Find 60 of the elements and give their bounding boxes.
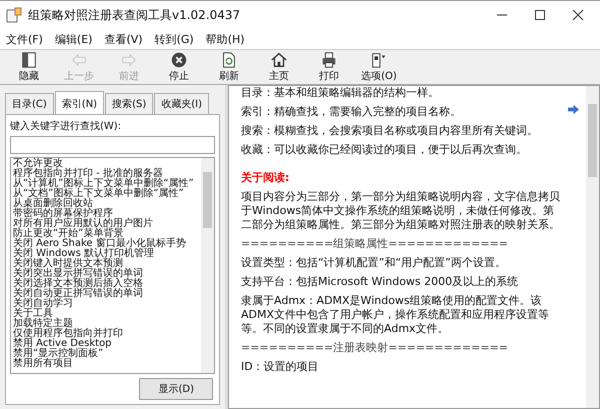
- index-list-item[interactable]: 带密码的屏幕保护程序: [13, 209, 199, 219]
- menu-item[interactable]: 编辑(E): [54, 32, 92, 46]
- show-button[interactable]: 显示(D): [139, 378, 213, 400]
- index-list-item[interactable]: 关闭选择文本预测后插入空格: [13, 279, 199, 289]
- index-list-item[interactable]: 关闭 Windows 默认打印机管理: [13, 249, 199, 259]
- document-icon: [370, 51, 388, 69]
- index-list-item[interactable]: 从桌面删除回收站: [13, 199, 199, 209]
- refresh-icon: [220, 51, 238, 69]
- tab[interactable]: 收藏夹(I): [154, 93, 210, 114]
- index-list-item[interactable]: 关闭自动学习: [13, 299, 199, 309]
- menu-item[interactable]: 查看(V): [104, 32, 143, 46]
- index-list-item[interactable]: 禁用“显示控制面板”: [13, 349, 199, 359]
- index-list-item[interactable]: 从“文档”图标上下文菜单中删除“属性”: [13, 189, 199, 199]
- paragraph: 项目内容分为三部分，第一部分为组策略说明内容，文字信息拷贝于Windows简体中文操作系统的组策略说明，未做任何修改。第二部分为组策略属性。第三部分为组策略对照注册表的映射关系。: [241, 190, 561, 232]
- paragraph: ID：设置的项目: [241, 360, 320, 374]
- paragraph: 支持平台：包括Microsoft Windows 2000及以上的系统: [241, 275, 520, 289]
- keyword-input-field[interactable]: [10, 136, 215, 154]
- home-icon: [270, 51, 288, 69]
- stop-icon: [170, 51, 188, 69]
- back-arrow-icon: [70, 51, 88, 69]
- index-list-item[interactable]: 禁用 Active Desktop: [13, 339, 199, 349]
- app-icon: [6, 7, 22, 23]
- arrow-right-icon[interactable]: [567, 104, 580, 115]
- menu-item[interactable]: 文件(F): [6, 32, 43, 46]
- search-prompt: 键入关键字进行查找(W):: [10, 120, 122, 133]
- paragraph: 收藏：可以收藏你已经阅读过的项目，便于以后再次查询。: [241, 143, 528, 157]
- index-list-item[interactable]: 禁用所有项目: [13, 359, 199, 369]
- scrollbar[interactable]: [201, 158, 214, 373]
- section-heading: 关于阅读:: [241, 171, 290, 185]
- tab[interactable]: 搜索(S): [105, 93, 154, 114]
- index-list-item[interactable]: 程序包指向并打印 - 批准的服务器: [13, 169, 199, 179]
- index-list-item[interactable]: 仅使用程序包指向并打印: [13, 329, 199, 339]
- paragraph: 索引：精确查找，需要输入完整的项目名称。: [241, 105, 462, 119]
- printer-icon: [320, 51, 338, 69]
- index-list-item[interactable]: 关闭 Aero Shake 窗口最小化鼠标手势: [13, 239, 199, 249]
- index-list-item[interactable]: 加载特定主题: [13, 319, 199, 329]
- index-list-item[interactable]: 防止更改“开始”菜单背景: [13, 229, 199, 239]
- index-list-item[interactable]: 不允许更改: [13, 159, 199, 169]
- paragraph: 目录：基本和组策略编辑器的结构一样。: [241, 86, 440, 100]
- forward-arrow-icon: [120, 51, 138, 69]
- section-divider-text: ==========注册表映射=============: [241, 341, 509, 355]
- index-list-item[interactable]: 关闭突出显示拼写错误的单词: [13, 269, 199, 279]
- tab[interactable]: 索引(N): [54, 91, 104, 114]
- maximize-icon[interactable]: [534, 9, 546, 21]
- index-list-item[interactable]: 关闭键入时提供文本预测: [13, 259, 199, 269]
- index-list-item[interactable]: 关闭自动更正拼写错误的单词: [13, 289, 199, 299]
- tab[interactable]: 目录(C): [5, 93, 54, 114]
- index-list-item[interactable]: 对所有用户应用默认的用户图片: [13, 219, 199, 229]
- panel-icon: [20, 51, 38, 69]
- paragraph: 搜索：模糊查找，会搜索项目名称或项目内容里所有关键词。: [241, 124, 539, 138]
- scrollbar[interactable]: [586, 86, 599, 408]
- menu-item[interactable]: 转到(G): [154, 32, 194, 46]
- index-list-item[interactable]: 从“计算机”图标上下文菜单中删除“属性”: [13, 179, 199, 189]
- menu-item[interactable]: 帮助(H): [206, 32, 245, 46]
- section-divider-text: ==========组策略属性=============: [241, 237, 509, 251]
- paragraph: 隶属于Admx：ADMX是Windows组策略使用的配置文件。该ADMX文件中包含了用户帐户，操作系统配置和应用程序设置等等。不同的设置隶属于不同的Admx文件。: [241, 294, 550, 336]
- index-list-item[interactable]: 关于工具: [13, 309, 199, 319]
- window-title: 组策略对照注册表查阅工具v1.02.0437: [28, 6, 240, 24]
- close-icon[interactable]: [572, 9, 584, 21]
- paragraph: 设置类型：包括“计算机配置”和“用户配置”两个设置。: [241, 256, 507, 270]
